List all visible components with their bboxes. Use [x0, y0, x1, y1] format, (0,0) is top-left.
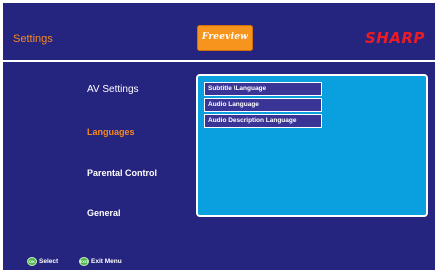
freeview-logo-text: Freeview	[201, 32, 249, 42]
option-audio-language[interactable]: Audio Language	[204, 98, 322, 112]
footer-hints: OK Select EXIT Exit Menu	[3, 255, 435, 270]
option-subtitle-language[interactable]: Subtitle \Language	[204, 82, 322, 96]
menu-item-general[interactable]: General	[87, 208, 121, 218]
hint-select[interactable]: OK Select	[27, 257, 58, 266]
ok-button-icon: OK	[27, 257, 37, 266]
page-title: Settings	[13, 33, 53, 45]
exit-button-icon: EXIT	[79, 257, 89, 266]
header-bar: Settings Freeview SHARP	[3, 3, 435, 62]
settings-screen: Settings Freeview SHARP AV Settings Lang…	[3, 3, 435, 270]
languages-panel: Subtitle \Language Audio Language Audio …	[196, 74, 428, 217]
option-audio-description-language[interactable]: Audio Description Language	[204, 114, 322, 128]
freeview-logo: Freeview	[197, 25, 253, 51]
hint-select-label: Select	[39, 258, 59, 265]
menu-item-parental-control[interactable]: Parental Control	[87, 168, 157, 178]
sharp-logo: SHARP	[364, 29, 425, 47]
menu-item-languages[interactable]: Languages	[87, 127, 135, 137]
hint-exit-menu-label: Exit Menu	[91, 258, 122, 265]
tv-menu-frame: Settings Freeview SHARP AV Settings Lang…	[0, 0, 438, 273]
menu-item-av-settings[interactable]: AV Settings	[87, 84, 139, 95]
hint-exit-menu[interactable]: EXIT Exit Menu	[79, 257, 122, 266]
